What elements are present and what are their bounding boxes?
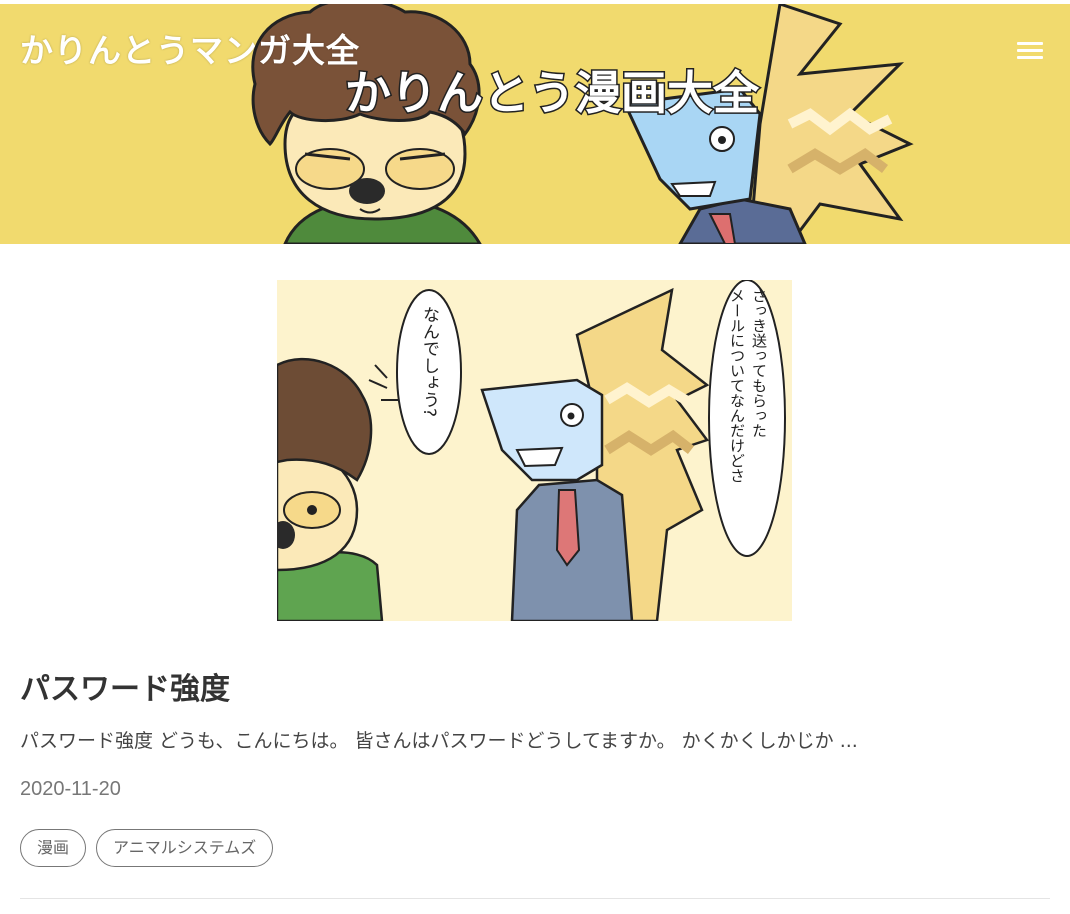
hamburger-menu-icon[interactable] xyxy=(1014,38,1046,64)
thumbnail-illustration: なんでしょう? さっき送ってもらった メールについてなんだけどさ xyxy=(277,280,792,621)
article-excerpt: パスワード強度 どうも、こんにちは。 皆さんはパスワードどうしてますか。 かくか… xyxy=(20,730,858,752)
site-header: かりんとう漫画大全 かりんとうマンガ大全 xyxy=(0,4,1070,244)
article-thumbnail[interactable]: なんでしょう? さっき送ってもらった メールについてなんだけどさ xyxy=(277,280,792,621)
speech-bubble-right-line2: メールについてなんだけどさ xyxy=(728,288,746,483)
shark-character xyxy=(622,4,914,244)
tag-animal-systems[interactable]: アニマルシステムズ xyxy=(96,829,274,867)
tag-list: 漫画 アニマルシステムズ xyxy=(20,829,274,867)
divider xyxy=(20,898,1050,899)
speech-bubble-left: なんでしょう? xyxy=(419,306,439,417)
site-title-link[interactable]: かりんとうマンガ大全 xyxy=(20,24,360,72)
page: かりんとう漫画大全 かりんとうマンガ大全 なんでしょう? さっき送ってもらった … xyxy=(0,0,1070,914)
article-date: 2020-11-20 xyxy=(20,778,121,800)
speech-bubble-right-line1: さっき送ってもらった xyxy=(750,288,768,438)
tag-manga[interactable]: 漫画 xyxy=(20,829,87,867)
banner-logo-text: かりんとう漫画大全 xyxy=(345,66,760,120)
article-title[interactable]: パスワード強度 xyxy=(20,664,230,708)
